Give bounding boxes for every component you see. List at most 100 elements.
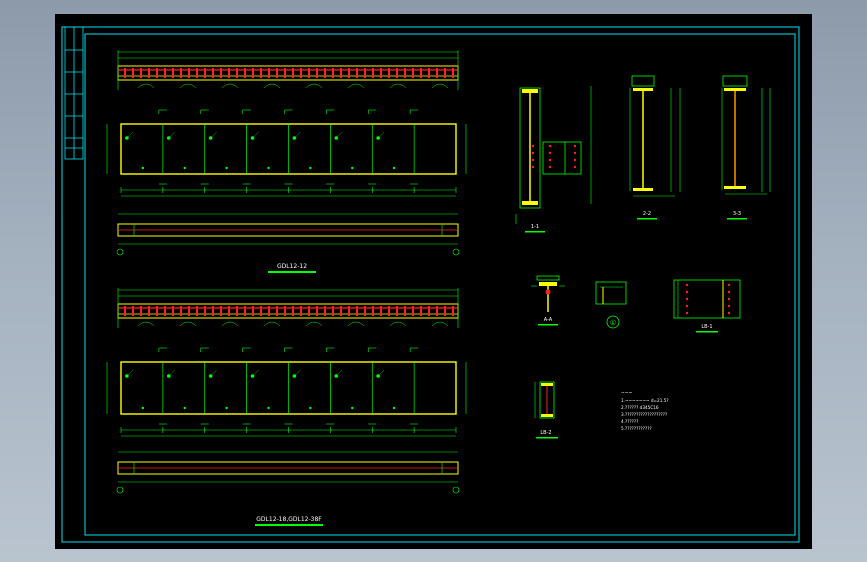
bolt-mark (372, 306, 374, 316)
dimension-arc (347, 83, 365, 89)
bolt-mark (412, 68, 414, 78)
bolt-mark (356, 68, 358, 78)
bolt-mark (324, 68, 326, 78)
bolt-mark (276, 68, 278, 78)
bolt-mark (164, 306, 166, 316)
bolt-mark (380, 68, 382, 78)
bolt-mark (436, 306, 438, 316)
note-line: 2.?????? d345C16 (621, 405, 659, 410)
section-a-a (531, 275, 565, 312)
bolt-mark (228, 68, 230, 78)
top-beam-drawing: GDL12-12 (106, 50, 467, 273)
weld-dot (141, 406, 145, 410)
dimension-arc (431, 83, 449, 89)
bolt-mark (164, 68, 166, 78)
dimension-arc (137, 321, 155, 327)
label-underline (637, 218, 657, 220)
bolt-mark (308, 68, 310, 78)
note-line: 3.??????????????????? (621, 412, 667, 417)
weld-dot (309, 166, 312, 170)
bolt-mark (340, 306, 342, 316)
bolt-mark (436, 68, 438, 78)
bolt-mark (727, 283, 731, 287)
bolt-mark (132, 68, 134, 78)
bottom-beam-drawing: GDL12-18,GDL12-38F (106, 288, 467, 526)
weld-dot (225, 406, 228, 410)
bolt-mark (316, 306, 318, 316)
bolt-mark (388, 68, 390, 78)
bolt-mark (356, 306, 358, 316)
bolt-mark (531, 144, 535, 148)
bottom-plan-strip (117, 288, 459, 328)
bolt-mark (180, 68, 182, 78)
bolt-mark (573, 151, 577, 155)
bottom-elevation (106, 347, 467, 437)
dimension-arc (221, 83, 239, 89)
bolt-mark (124, 68, 126, 78)
bolt-mark (148, 306, 150, 316)
bottom-bottom-strip (116, 451, 460, 494)
bolt-mark (404, 306, 406, 316)
bolt-mark (548, 151, 552, 155)
dimension-arc (305, 321, 323, 327)
bolt-mark (172, 306, 174, 316)
bolt-mark (284, 68, 286, 78)
bolt-mark (268, 68, 270, 78)
dimension-arc (137, 83, 155, 89)
leader-line (168, 369, 175, 377)
bolt-mark (548, 158, 552, 162)
bolt-mark (140, 68, 142, 78)
cad-viewport[interactable]: GDL12-12 GDL12-18,GDL12-38F 1-1 2-2 3-3 … (55, 14, 812, 549)
bolt-mark (444, 306, 446, 316)
weld-dot (351, 166, 354, 170)
bolt-mark (188, 68, 190, 78)
bolt-mark (685, 304, 689, 308)
bolt-mark (396, 68, 398, 78)
bolt-mark (420, 68, 422, 78)
section-1-1 (515, 86, 592, 224)
lb-1-detail (673, 279, 741, 319)
bolt-mark (300, 306, 302, 316)
axis-bubble (116, 248, 124, 256)
bolt-mark (573, 158, 577, 162)
leader-line (210, 131, 217, 139)
section-label: 2-2 (643, 211, 651, 217)
section-3-3 (721, 75, 771, 195)
bolt-mark (396, 306, 398, 316)
bolt-mark (348, 306, 350, 316)
bolt-mark (364, 306, 366, 316)
top-bottom-strip (116, 213, 460, 256)
bolt-mark (420, 306, 422, 316)
leader-line (294, 369, 301, 377)
bolt-mark (252, 306, 254, 316)
bolt-mark (196, 306, 198, 316)
weld-dot (392, 166, 396, 170)
leader-line (336, 369, 343, 377)
bolt-mark (212, 306, 214, 316)
weld-dot (267, 166, 270, 170)
label-underline (536, 437, 558, 439)
leader-line (168, 131, 175, 139)
leader-line (252, 369, 259, 377)
bolt-mark (364, 68, 366, 78)
dimension-arc (221, 321, 239, 327)
section-2-2 (629, 75, 681, 197)
leader-line (336, 131, 343, 139)
bolt-mark (244, 68, 246, 78)
cad-drawing-canvas: GDL12-12 GDL12-18,GDL12-38F 1-1 2-2 3-3 … (61, 26, 800, 543)
top-elevation (106, 109, 467, 197)
bolt-mark (452, 306, 454, 316)
bolt-mark (531, 158, 535, 162)
weld-dot (392, 406, 396, 410)
title-underline (255, 524, 323, 526)
notes-block: ~~~ 1.~~~~~~~ d=21.5? 2.?????? d345C16 3… (621, 391, 669, 431)
bolt-mark (685, 283, 689, 287)
bolt-mark (573, 144, 577, 148)
bolt-mark (404, 68, 406, 78)
note-line: 4.?????? (621, 419, 638, 424)
bolt-mark (140, 306, 142, 316)
note-line: 1.~~~~~~~ d=21.5? (621, 398, 669, 403)
bolt-mark (124, 306, 126, 316)
bolt-mark (284, 306, 286, 316)
bolt-mark (180, 306, 182, 316)
